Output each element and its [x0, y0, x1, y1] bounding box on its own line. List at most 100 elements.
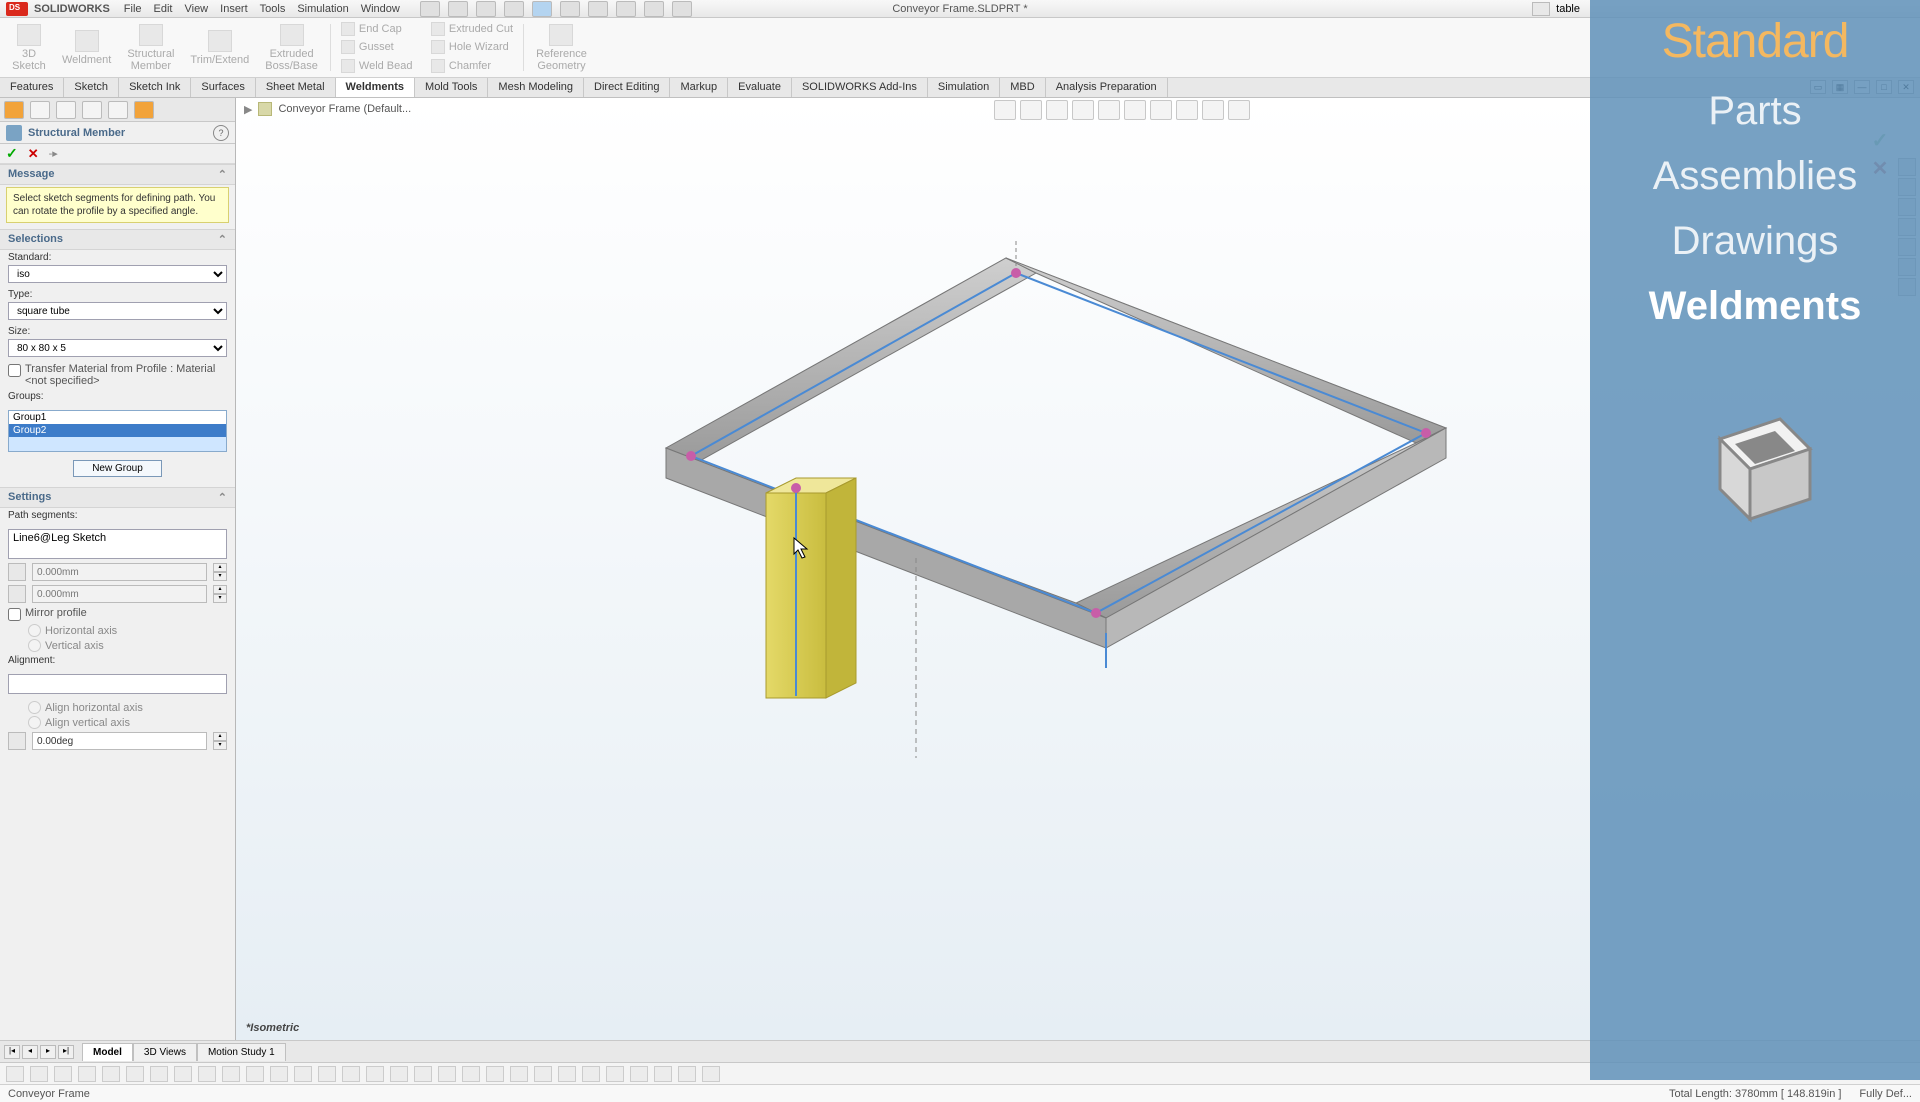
st-icon-24[interactable] — [558, 1066, 576, 1082]
home-icon[interactable] — [420, 1, 440, 17]
st-icon-7[interactable] — [150, 1066, 168, 1082]
options-icon[interactable] — [672, 1, 692, 17]
tab-simulation[interactable]: Simulation — [928, 78, 1000, 97]
new-group-button[interactable]: New Group — [73, 460, 162, 477]
weldment-button[interactable]: Weldment — [54, 20, 119, 75]
flyout-expand-icon[interactable]: ▶ — [244, 103, 252, 116]
tab-3d-views[interactable]: 3D Views — [133, 1043, 197, 1061]
angle-input[interactable] — [32, 732, 207, 750]
tab-sketch-ink[interactable]: Sketch Ink — [119, 78, 191, 97]
hole-wizard-button[interactable]: Hole Wizard — [425, 38, 519, 56]
st-icon-23[interactable] — [534, 1066, 552, 1082]
menu-file[interactable]: File — [124, 3, 142, 15]
weld-bead-button[interactable]: Weld Bead — [335, 57, 425, 75]
redo-icon[interactable] — [588, 1, 608, 17]
st-icon-29[interactable] — [678, 1066, 696, 1082]
st-icon-17[interactable] — [390, 1066, 408, 1082]
rebuild-icon[interactable] — [644, 1, 664, 17]
cam-manager-tab-icon[interactable] — [134, 101, 154, 119]
tab-markup[interactable]: Markup — [670, 78, 728, 97]
tab-analysis-prep[interactable]: Analysis Preparation — [1046, 78, 1168, 97]
flyout-tree[interactable]: ▶ Conveyor Frame (Default... — [244, 102, 411, 116]
tab-weldments[interactable]: Weldments — [336, 78, 415, 97]
undo-icon[interactable] — [560, 1, 580, 17]
display-style-icon[interactable] — [1124, 100, 1146, 120]
extruded-cut-button[interactable]: Extruded Cut — [425, 20, 519, 38]
tab-sheet-metal[interactable]: Sheet Metal — [256, 78, 336, 97]
st-icon-1[interactable] — [6, 1066, 24, 1082]
extruded-boss-button[interactable]: Extruded Boss/Base — [257, 20, 326, 75]
dim-manager-tab-icon[interactable] — [82, 101, 102, 119]
chamfer-button[interactable]: Chamfer — [425, 57, 519, 75]
view-settings-icon[interactable] — [1228, 100, 1250, 120]
st-icon-19[interactable] — [438, 1066, 456, 1082]
tab-direct-editing[interactable]: Direct Editing — [584, 78, 670, 97]
menu-edit[interactable]: Edit — [154, 3, 173, 15]
message-header[interactable]: Message⌃ — [0, 164, 235, 185]
tab-surfaces[interactable]: Surfaces — [191, 78, 255, 97]
st-icon-21[interactable] — [486, 1066, 504, 1082]
open-icon[interactable] — [476, 1, 496, 17]
offset-2-down[interactable]: ▾ — [213, 594, 227, 603]
feature-manager-tab-icon[interactable] — [4, 101, 24, 119]
offset-1-up[interactable]: ▴ — [213, 563, 227, 572]
select-icon[interactable] — [616, 1, 636, 17]
st-icon-5[interactable] — [102, 1066, 120, 1082]
st-icon-6[interactable] — [126, 1066, 144, 1082]
menu-simulation[interactable]: Simulation — [297, 3, 348, 15]
trim-extend-button[interactable]: Trim/Extend — [182, 20, 257, 75]
angle-up[interactable]: ▴ — [213, 732, 227, 741]
zoom-fit-icon[interactable] — [994, 100, 1016, 120]
reference-geometry-button[interactable]: Reference Geometry — [528, 20, 595, 75]
search-text[interactable]: table — [1556, 3, 1580, 15]
offset-2-up[interactable]: ▴ — [213, 585, 227, 594]
st-icon-28[interactable] — [654, 1066, 672, 1082]
hide-show-icon[interactable] — [1150, 100, 1172, 120]
tab-features[interactable]: Features — [0, 78, 64, 97]
st-icon-10[interactable] — [222, 1066, 240, 1082]
st-icon-2[interactable] — [30, 1066, 48, 1082]
offset-1-input[interactable] — [32, 563, 207, 581]
st-icon-12[interactable] — [270, 1066, 288, 1082]
display-manager-tab-icon[interactable] — [108, 101, 128, 119]
type-select[interactable]: square tube — [8, 302, 227, 320]
tab-mold-tools[interactable]: Mold Tools — [415, 78, 488, 97]
st-icon-26[interactable] — [606, 1066, 624, 1082]
st-icon-14[interactable] — [318, 1066, 336, 1082]
angle-down[interactable]: ▾ — [213, 741, 227, 750]
alignment-box[interactable] — [8, 674, 227, 694]
ok-button[interactable]: ✓ — [6, 145, 18, 162]
tab-evaluate[interactable]: Evaluate — [728, 78, 792, 97]
config-manager-tab-icon[interactable] — [56, 101, 76, 119]
st-icon-20[interactable] — [462, 1066, 480, 1082]
st-icon-9[interactable] — [198, 1066, 216, 1082]
st-icon-16[interactable] — [366, 1066, 384, 1082]
group-item-blank[interactable] — [9, 437, 226, 451]
zoom-area-icon[interactable] — [1020, 100, 1042, 120]
tab-sketch[interactable]: Sketch — [64, 78, 119, 97]
cancel-button[interactable]: ✕ — [28, 146, 39, 162]
st-icon-8[interactable] — [174, 1066, 192, 1082]
st-icon-25[interactable] — [582, 1066, 600, 1082]
end-cap-button[interactable]: End Cap — [335, 20, 425, 38]
transfer-material-checkbox[interactable] — [8, 364, 21, 377]
groups-listbox[interactable]: Group1 Group2 — [8, 410, 227, 452]
st-icon-11[interactable] — [246, 1066, 264, 1082]
size-select[interactable]: 80 x 80 x 5 — [8, 339, 227, 357]
st-icon-18[interactable] — [414, 1066, 432, 1082]
menu-insert[interactable]: Insert — [220, 3, 248, 15]
help-icon[interactable]: ? — [213, 125, 229, 141]
selections-header[interactable]: Selections⌃ — [0, 229, 235, 250]
tab-addins[interactable]: SOLIDWORKS Add-Ins — [792, 78, 928, 97]
section-view-icon[interactable] — [1072, 100, 1094, 120]
st-icon-30[interactable] — [702, 1066, 720, 1082]
3d-sketch-button[interactable]: 3D Sketch — [4, 20, 54, 75]
standard-select[interactable]: iso — [8, 265, 227, 283]
edit-appearance-icon[interactable] — [1176, 100, 1198, 120]
mirror-profile-checkbox[interactable] — [8, 608, 21, 621]
group-item-2[interactable]: Group2 — [9, 424, 226, 437]
property-manager-tab-icon[interactable] — [30, 101, 50, 119]
scrub-next-icon[interactable]: ▸ — [40, 1045, 56, 1059]
search-icon[interactable] — [1532, 2, 1550, 16]
previous-view-icon[interactable] — [1046, 100, 1068, 120]
